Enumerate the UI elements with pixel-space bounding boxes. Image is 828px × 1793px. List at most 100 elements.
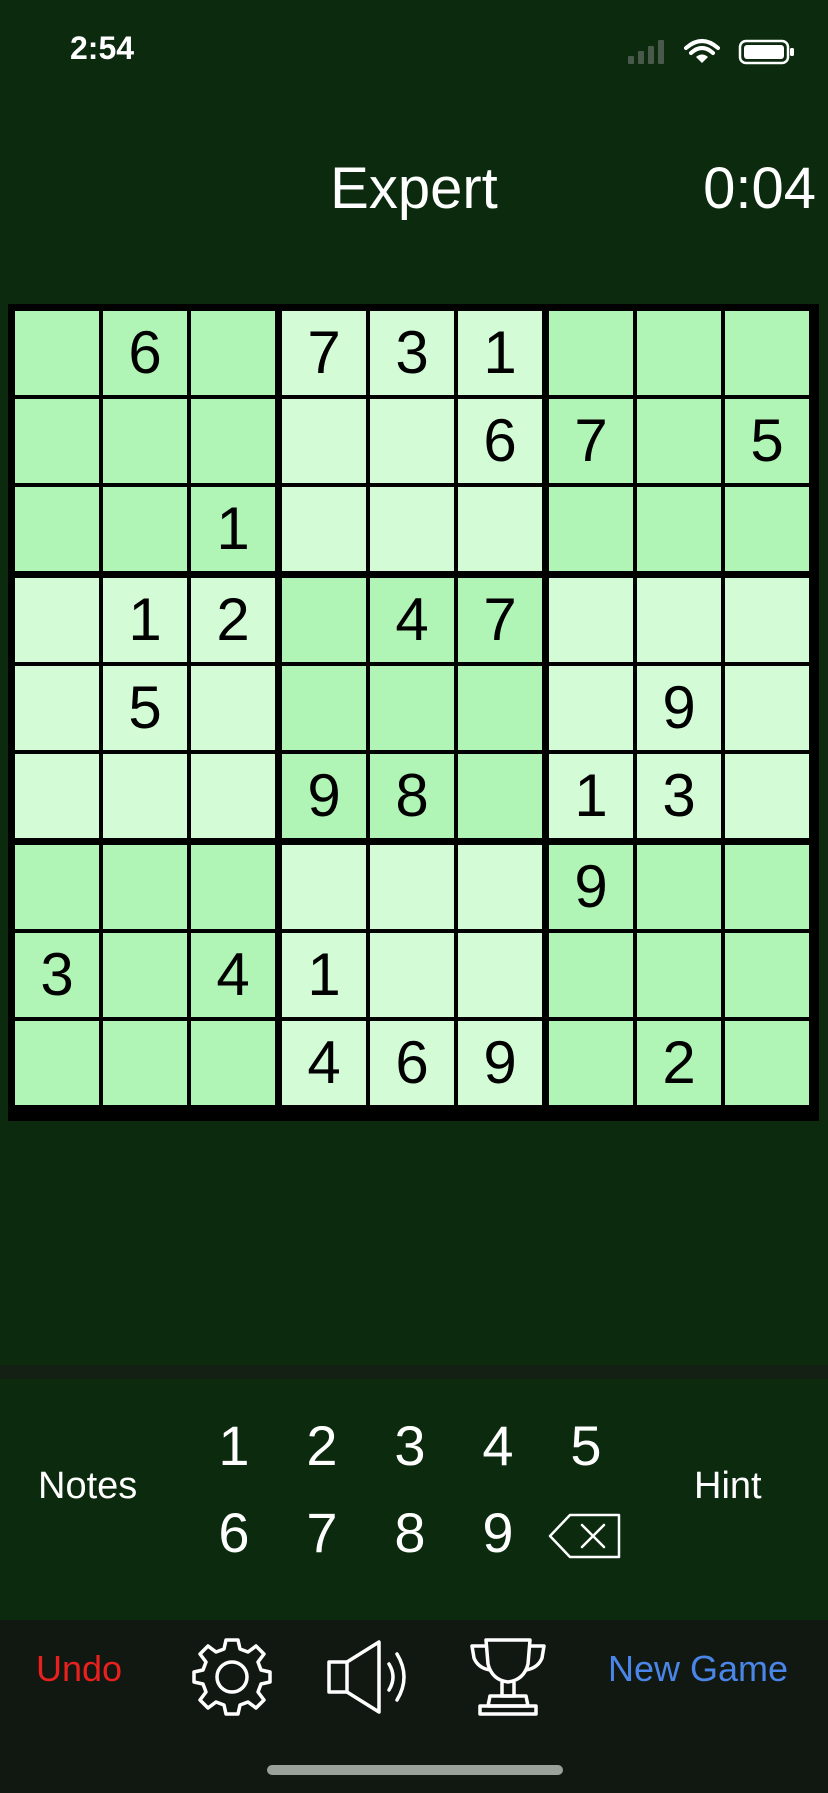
erase-button[interactable] [548, 1507, 622, 1559]
sudoku-cell-r6c3[interactable] [191, 754, 275, 838]
sudoku-cell-r2c7[interactable]: 7 [549, 399, 633, 483]
sudoku-cell-r6c6[interactable] [458, 754, 542, 838]
sudoku-cell-r3c9[interactable] [725, 487, 809, 571]
sudoku-cell-r7c7[interactable]: 9 [549, 845, 633, 929]
sudoku-cell-r9c3[interactable] [191, 1021, 275, 1105]
sudoku-cell-r8c5[interactable] [370, 933, 454, 1017]
sudoku-cell-r4c6[interactable]: 7 [458, 578, 542, 662]
sudoku-cell-r5c1[interactable] [15, 666, 99, 750]
hint-button[interactable]: Hint [694, 1465, 762, 1508]
sudoku-cell-r8c1[interactable]: 3 [15, 933, 99, 1017]
sudoku-cell-r8c9[interactable] [725, 933, 809, 1017]
sudoku-cell-r3c3[interactable]: 1 [191, 487, 275, 571]
sudoku-cell-r6c5[interactable]: 8 [370, 754, 454, 838]
digit-4-button[interactable]: 4 [468, 1410, 528, 1480]
sudoku-cell-r5c8[interactable]: 9 [637, 666, 721, 750]
sudoku-cell-r1c3[interactable] [191, 311, 275, 395]
digit-6-button[interactable]: 6 [204, 1497, 264, 1567]
sudoku-cell-r5c9[interactable] [725, 666, 809, 750]
sudoku-cell-r5c6[interactable] [458, 666, 542, 750]
digit-8-button[interactable]: 8 [380, 1497, 440, 1567]
digit-9-button[interactable]: 9 [468, 1497, 528, 1567]
sudoku-cell-r4c3[interactable]: 2 [191, 578, 275, 662]
sudoku-cell-r7c2[interactable] [103, 845, 187, 929]
sudoku-cell-r6c4[interactable]: 9 [282, 754, 366, 838]
sudoku-cell-r7c9[interactable] [725, 845, 809, 929]
sudoku-cell-r1c1[interactable] [15, 311, 99, 395]
sudoku-cell-r9c1[interactable] [15, 1021, 99, 1105]
digit-1-button[interactable]: 1 [204, 1410, 264, 1480]
sudoku-cell-r1c4[interactable]: 7 [282, 311, 366, 395]
sudoku-cell-r9c5[interactable]: 6 [370, 1021, 454, 1105]
sudoku-cell-r1c8[interactable] [637, 311, 721, 395]
new-game-button[interactable]: New Game [608, 1648, 788, 1690]
sudoku-cell-r6c1[interactable] [15, 754, 99, 838]
sudoku-cell-r3c7[interactable] [549, 487, 633, 571]
sudoku-cell-r4c5[interactable]: 4 [370, 578, 454, 662]
sudoku-cell-r3c8[interactable] [637, 487, 721, 571]
sudoku-cell-r2c6[interactable]: 6 [458, 399, 542, 483]
undo-button[interactable]: Undo [36, 1648, 122, 1690]
sudoku-cell-r2c4[interactable] [282, 399, 366, 483]
sudoku-cell-r4c1[interactable] [15, 578, 99, 662]
sudoku-cell-r4c8[interactable] [637, 578, 721, 662]
digit-3-button[interactable]: 3 [380, 1410, 440, 1480]
sudoku-cell-r4c7[interactable] [549, 578, 633, 662]
sudoku-cell-r1c5[interactable]: 3 [370, 311, 454, 395]
sudoku-cell-r4c4[interactable] [282, 578, 366, 662]
sudoku-cell-r1c2[interactable]: 6 [103, 311, 187, 395]
digit-2-button[interactable]: 2 [292, 1410, 352, 1480]
sudoku-cell-r7c6[interactable] [458, 845, 542, 929]
sudoku-cell-r3c1[interactable] [15, 487, 99, 571]
sudoku-cell-r6c2[interactable] [103, 754, 187, 838]
sudoku-cell-r2c9[interactable]: 5 [725, 399, 809, 483]
sudoku-cell-r7c1[interactable] [15, 845, 99, 929]
sudoku-cell-r7c3[interactable] [191, 845, 275, 929]
digit-5-button[interactable]: 5 [556, 1410, 616, 1480]
sudoku-cell-r9c2[interactable] [103, 1021, 187, 1105]
sudoku-cell-r3c4[interactable] [282, 487, 366, 571]
sudoku-cell-r9c9[interactable] [725, 1021, 809, 1105]
gear-icon [192, 1638, 272, 1716]
sudoku-cell-r5c5[interactable] [370, 666, 454, 750]
sudoku-cell-r8c4[interactable]: 1 [282, 933, 366, 1017]
sudoku-cell-r3c6[interactable] [458, 487, 542, 571]
panel-divider [0, 1365, 828, 1379]
sudoku-cell-r3c2[interactable] [103, 487, 187, 571]
notes-button[interactable]: Notes [38, 1465, 137, 1508]
sudoku-cell-r8c2[interactable] [103, 933, 187, 1017]
sudoku-cell-r9c7[interactable] [549, 1021, 633, 1105]
sudoku-cell-r8c3[interactable]: 4 [191, 933, 275, 1017]
sudoku-cell-r3c5[interactable] [370, 487, 454, 571]
sudoku-cell-r6c7[interactable]: 1 [549, 754, 633, 838]
sudoku-cell-r6c9[interactable] [725, 754, 809, 838]
sudoku-cell-r2c5[interactable] [370, 399, 454, 483]
sudoku-cell-r1c9[interactable] [725, 311, 809, 395]
sudoku-cell-r5c7[interactable] [549, 666, 633, 750]
sound-button[interactable] [325, 1634, 417, 1718]
sudoku-cell-r6c8[interactable]: 3 [637, 754, 721, 838]
sudoku-cell-r2c8[interactable] [637, 399, 721, 483]
sudoku-cell-r7c4[interactable] [282, 845, 366, 929]
sudoku-cell-r1c7[interactable] [549, 311, 633, 395]
sudoku-cell-r9c6[interactable]: 9 [458, 1021, 542, 1105]
sudoku-cell-r8c6[interactable] [458, 933, 542, 1017]
sudoku-cell-r5c4[interactable] [282, 666, 366, 750]
sudoku-cell-r5c2[interactable]: 5 [103, 666, 187, 750]
sudoku-cell-r7c5[interactable] [370, 845, 454, 929]
sudoku-cell-r9c8[interactable]: 2 [637, 1021, 721, 1105]
sudoku-cell-r2c1[interactable] [15, 399, 99, 483]
leaderboard-button[interactable] [466, 1634, 550, 1718]
sudoku-cell-r1c6[interactable]: 1 [458, 311, 542, 395]
sudoku-cell-r2c3[interactable] [191, 399, 275, 483]
settings-button[interactable] [190, 1634, 274, 1718]
sudoku-cell-r4c2[interactable]: 1 [103, 578, 187, 662]
sudoku-cell-r4c9[interactable] [725, 578, 809, 662]
sudoku-cell-r2c2[interactable] [103, 399, 187, 483]
sudoku-cell-r7c8[interactable] [637, 845, 721, 929]
sudoku-cell-r8c8[interactable] [637, 933, 721, 1017]
sudoku-cell-r8c7[interactable] [549, 933, 633, 1017]
sudoku-cell-r5c3[interactable] [191, 666, 275, 750]
digit-7-button[interactable]: 7 [292, 1497, 352, 1567]
sudoku-cell-r9c4[interactable]: 4 [282, 1021, 366, 1105]
